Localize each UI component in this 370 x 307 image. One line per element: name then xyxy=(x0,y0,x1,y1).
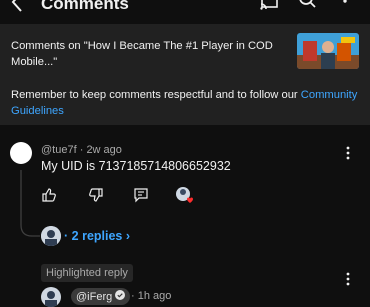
replies-dot: · xyxy=(64,229,69,243)
reply-avatar[interactable] xyxy=(41,226,61,246)
thread-connector xyxy=(20,170,40,237)
creator-name-chip[interactable]: @iFerg xyxy=(71,288,131,305)
verified-icon xyxy=(115,290,126,303)
chevron-right-icon: › xyxy=(125,229,131,243)
highlighted-meta: · 1h ago xyxy=(131,290,171,302)
replies-label: 2 replies xyxy=(71,229,123,243)
highlighted-reply-badge: Highlighted reply xyxy=(41,264,133,282)
meta-separator: · xyxy=(131,290,135,302)
view-replies-button[interactable]: · 2 replies › xyxy=(64,229,130,243)
highlighted-time: 1h ago xyxy=(137,290,172,302)
highlighted-author: @iFerg xyxy=(76,291,113,303)
highlighted-reply-avatar[interactable] xyxy=(41,287,61,307)
reply-more-icon[interactable] xyxy=(345,272,351,291)
